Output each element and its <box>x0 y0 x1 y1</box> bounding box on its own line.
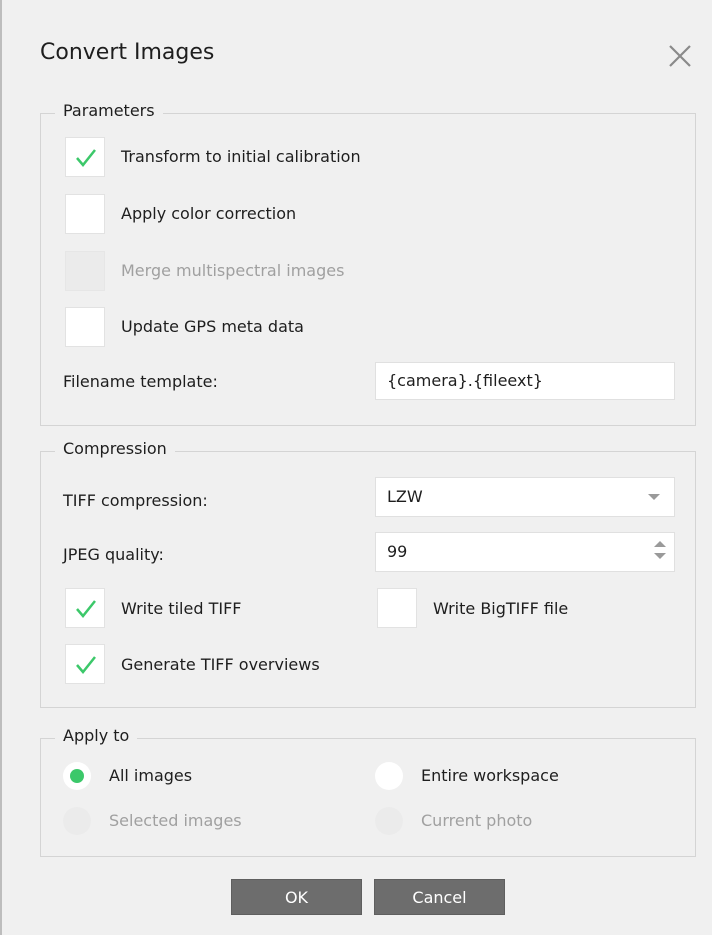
radio-selected-dot <box>70 769 84 783</box>
dialog-title: Convert Images <box>40 40 215 65</box>
update-gps-checkbox[interactable] <box>65 307 105 347</box>
jpeg-quality-value: 99 <box>387 542 408 561</box>
merge-multispectral-label: Merge multispectral images <box>121 261 345 280</box>
color-correction-checkbox[interactable] <box>65 194 105 234</box>
compression-group: Compression TIFF compression: LZW JPEG q… <box>40 439 696 708</box>
apply-to-group-title: Apply to <box>55 726 138 745</box>
write-tiled-label: Write tiled TIFF <box>121 599 242 618</box>
generate-overviews-label: Generate TIFF overviews <box>121 655 320 674</box>
write-tiled-checkbox[interactable] <box>65 588 105 628</box>
spin-down-icon[interactable] <box>654 553 666 559</box>
checkmark-icon <box>76 149 96 167</box>
color-correction-label: Apply color correction <box>121 204 297 223</box>
checkmark-icon <box>76 656 96 674</box>
jpeg-quality-spinbox[interactable]: 99 <box>375 532 675 572</box>
current-photo-radio <box>375 807 403 835</box>
generate-overviews-checkbox[interactable] <box>65 644 105 684</box>
selected-images-radio <box>63 807 91 835</box>
parameters-group-title: Parameters <box>55 101 163 120</box>
current-photo-label: Current photo <box>421 811 533 830</box>
all-images-label: All images <box>109 766 193 785</box>
write-bigtiff-checkbox[interactable] <box>377 588 417 628</box>
parameters-group: Parameters Transform to initial calibrat… <box>40 101 696 426</box>
jpeg-quality-label: JPEG quality: <box>63 545 164 564</box>
tiff-compression-value: LZW <box>387 487 423 506</box>
compression-group-title: Compression <box>55 439 175 458</box>
tiff-compression-select[interactable]: LZW <box>375 477 675 517</box>
convert-images-dialog: Convert Images Parameters Transform to i… <box>0 0 712 935</box>
transform-checkbox[interactable] <box>65 137 105 177</box>
apply-to-group: Apply to All images Entire workspace Sel… <box>40 726 696 857</box>
selected-images-label: Selected images <box>109 811 242 830</box>
tiff-compression-label: TIFF compression: <box>63 491 208 510</box>
entire-workspace-radio[interactable] <box>375 762 403 790</box>
update-gps-label: Update GPS meta data <box>121 317 304 336</box>
spin-up-icon[interactable] <box>654 541 666 547</box>
all-images-radio[interactable] <box>63 762 91 790</box>
cancel-button[interactable]: Cancel <box>374 879 505 915</box>
filename-template-label: Filename template: <box>63 372 218 391</box>
close-icon[interactable] <box>666 42 694 70</box>
transform-label: Transform to initial calibration <box>121 147 361 166</box>
ok-button[interactable]: OK <box>231 879 362 915</box>
checkmark-icon <box>76 600 96 618</box>
entire-workspace-label: Entire workspace <box>421 766 559 785</box>
write-bigtiff-label: Write BigTIFF file <box>433 599 569 618</box>
chevron-down-icon <box>648 494 660 500</box>
merge-multispectral-checkbox <box>65 251 105 291</box>
filename-template-input[interactable]: {camera}.{fileext} <box>375 362 675 400</box>
